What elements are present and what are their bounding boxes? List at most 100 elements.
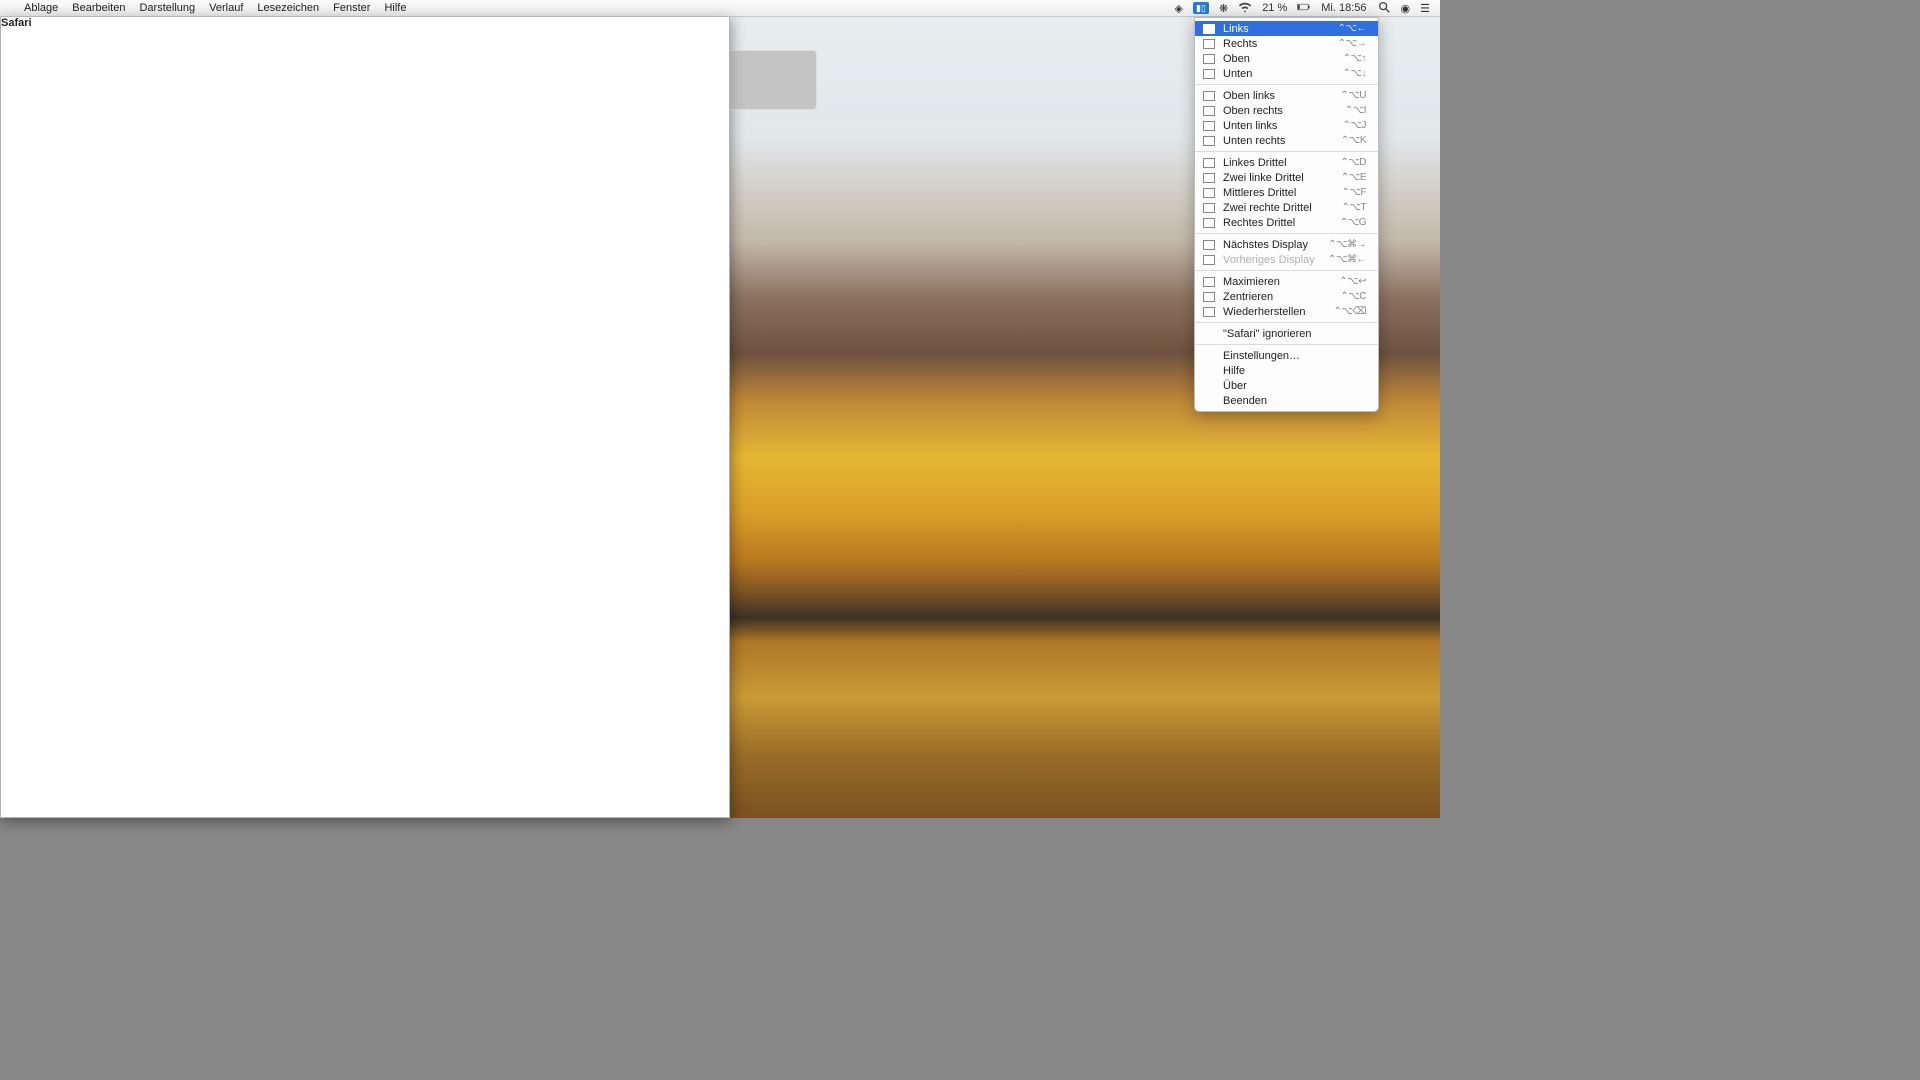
menu-shortcut: ⌃⌥K <box>1341 135 1366 146</box>
app-menu[interactable]: Safari <box>0 17 730 818</box>
menu-item-label: Mittleres Drittel <box>1223 187 1333 199</box>
window-position-icon <box>1203 69 1215 79</box>
menu-item[interactable]: Hilfe <box>1195 363 1378 378</box>
menu-item-label: Zwei linke Drittel <box>1223 172 1333 184</box>
menu-item[interactable]: Rechts ⌃⌥→ <box>1195 36 1378 51</box>
menu-item-label: Oben rechts <box>1223 105 1337 117</box>
menu-verlauf[interactable]: Verlauf <box>209 2 243 14</box>
menu-item[interactable]: Über <box>1195 378 1378 393</box>
menu-item-label: Rechts <box>1223 38 1330 50</box>
menu-item[interactable]: Unten rechts ⌃⌥K <box>1195 133 1378 148</box>
menu-item[interactable]: Oben⌃⌥↑ <box>1195 51 1378 66</box>
menu-item-label: Wiederherstellen <box>1223 306 1325 318</box>
menu-hilfe[interactable]: Hilfe <box>384 2 406 14</box>
menu-shortcut: ⌃⌥⌘← <box>1328 254 1366 265</box>
menu-fenster[interactable]: Fenster <box>333 2 370 14</box>
menu-item-label: Maximieren <box>1223 276 1331 288</box>
menu-shortcut: ⌃⌥C <box>1340 291 1366 302</box>
dropbox-menubar-icon[interactable]: ◈ <box>1175 2 1183 15</box>
menu-item-label: "Safari" ignorieren <box>1223 328 1366 340</box>
battery-percent: 21 % <box>1262 2 1287 14</box>
window-position-icon <box>1203 188 1215 198</box>
menu-shortcut: ⌃⌥→ <box>1338 38 1366 49</box>
menu-item-label: Unten links <box>1223 120 1335 132</box>
menu-shortcut: ⌃⌥D <box>1340 157 1366 168</box>
menu-item[interactable]: Zwei linke Drittel ⌃⌥E <box>1195 170 1378 185</box>
scrollbar-thumb[interactable] <box>721 50 817 110</box>
menu-item[interactable]: Maximieren ⌃⌥↩ <box>1195 274 1378 289</box>
window-position-icon <box>1203 91 1215 101</box>
menu-item-label: Oben links <box>1223 90 1332 102</box>
siri-icon[interactable]: ◉ <box>1401 2 1411 15</box>
window-position-icon <box>1203 106 1215 116</box>
menu-item[interactable]: Zwei rechte Drittel ⌃⌥T <box>1195 200 1378 215</box>
menu-item-label: Linkes Drittel <box>1223 157 1332 169</box>
notification-center-icon[interactable]: ☰ <box>1420 2 1430 15</box>
magnet-menubar-icon[interactable]: ▮▯ <box>1193 2 1209 14</box>
window-position-icon <box>1203 292 1215 302</box>
menu-item[interactable]: Nächstes Display ⌃⌥⌘→ <box>1195 237 1378 252</box>
window-position-icon <box>1203 240 1215 250</box>
window-position-icon <box>1203 255 1215 265</box>
menu-item[interactable]: Linkes Drittel ⌃⌥D <box>1195 155 1378 170</box>
menu-item-label: Zentrieren <box>1223 291 1332 303</box>
window-position-icon <box>1203 203 1215 213</box>
window-position-icon <box>1203 307 1215 317</box>
menu-item-label: Nächstes Display <box>1223 239 1320 251</box>
menu-ablage[interactable]: Ablage <box>24 2 58 14</box>
menu-item: Vorheriges Display⌃⌥⌘← <box>1195 252 1378 267</box>
menu-item-label: Einstellungen… <box>1223 350 1366 362</box>
menu-item-label: Hilfe <box>1223 365 1366 377</box>
menu-item-label: Zwei rechte Drittel <box>1223 202 1333 214</box>
spotlight-icon[interactable] <box>1377 0 1391 17</box>
window-position-icon <box>1203 121 1215 131</box>
menu-shortcut: ⌃⌥↑ <box>1343 53 1366 64</box>
menu-shortcut: ⌃⌥G <box>1340 217 1366 228</box>
menu-item[interactable]: "Safari" ignorieren <box>1195 326 1378 341</box>
menu-bearbeiten[interactable]: Bearbeiten <box>72 2 125 14</box>
window-position-icon <box>1203 277 1215 287</box>
window-position-icon <box>1203 173 1215 183</box>
menu-shortcut: ⌃⌥F <box>1341 187 1366 198</box>
menu-shortcut: ⌃⌥I <box>1345 105 1366 116</box>
menu-item[interactable]: Oben rechts ⌃⌥I <box>1195 103 1378 118</box>
magnet-dropdown-menu: Links ⌃⌥← Rechts ⌃⌥→ Oben⌃⌥↑ Unten ⌃⌥↓ Oben lin… <box>1194 17 1379 412</box>
menu-item[interactable]: Rechtes Drittel⌃⌥G <box>1195 215 1378 230</box>
menu-shortcut: ⌃⌥J <box>1343 120 1366 131</box>
menu-item-label: Links <box>1223 23 1330 35</box>
menu-shortcut: ⌃⌥⌘→ <box>1328 239 1366 250</box>
menu-item[interactable]: Wiederherstellen ⌃⌥⌫ <box>1195 304 1378 319</box>
fan-menubar-icon[interactable]: ❋ <box>1219 2 1228 15</box>
menu-item-label: Unten rechts <box>1223 135 1333 147</box>
menu-item[interactable]: Links ⌃⌥← <box>1195 21 1378 36</box>
menu-lesezeichen[interactable]: Lesezeichen <box>257 2 319 14</box>
menu-item[interactable]: Oben links ⌃⌥U <box>1195 88 1378 103</box>
window-position-icon <box>1203 136 1215 146</box>
menu-item[interactable]: Mittleres Drittel ⌃⌥F <box>1195 185 1378 200</box>
menu-item[interactable]: Einstellungen… <box>1195 348 1378 363</box>
menu-shortcut: ⌃⌥← <box>1338 23 1366 34</box>
menu-item-label: Unten <box>1223 68 1335 80</box>
window-position-icon <box>1203 24 1215 34</box>
menu-shortcut: ⌃⌥U <box>1340 90 1366 101</box>
menu-item[interactable]: Unten ⌃⌥↓ <box>1195 66 1378 81</box>
menu-shortcut: ⌃⌥↩ <box>1339 276 1366 287</box>
menu-shortcut: ⌃⌥↓ <box>1343 68 1366 79</box>
menu-item-label: Beenden <box>1223 395 1366 407</box>
window-position-icon <box>1203 54 1215 64</box>
menu-item[interactable]: Unten links ⌃⌥J <box>1195 118 1378 133</box>
menu-item-label: Über <box>1223 380 1366 392</box>
window-position-icon <box>1203 158 1215 168</box>
window-position-icon <box>1203 218 1215 228</box>
menubar-clock[interactable]: Mi. 18:56 <box>1321 2 1366 14</box>
menu-darstellung[interactable]: Darstellung <box>139 2 195 14</box>
menu-item[interactable]: Beenden <box>1195 393 1378 408</box>
menu-shortcut: ⌃⌥T <box>1341 202 1366 213</box>
menu-shortcut: ⌃⌥E <box>1341 172 1366 183</box>
window-position-icon <box>1203 39 1215 49</box>
menu-shortcut: ⌃⌥⌫ <box>1333 306 1366 317</box>
wifi-menubar-icon[interactable] <box>1238 0 1252 17</box>
macos-menubar: Safari Ablage Bearbeiten Darstellung Ver… <box>0 0 1440 17</box>
battery-icon[interactable] <box>1297 0 1311 17</box>
menu-item[interactable]: Zentrieren ⌃⌥C <box>1195 289 1378 304</box>
